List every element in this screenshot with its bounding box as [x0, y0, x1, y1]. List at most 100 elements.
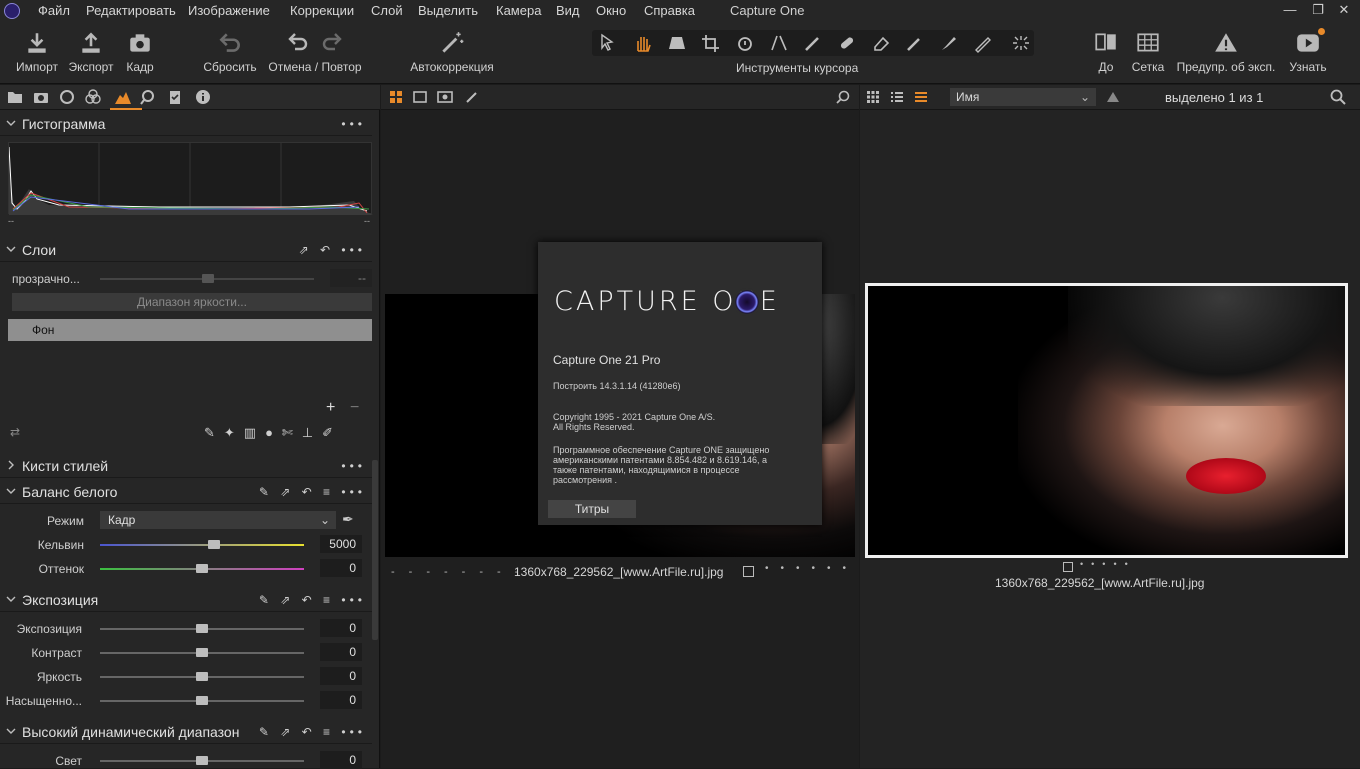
exposure-value[interactable]: 0	[320, 619, 362, 637]
filmstrip-view-icon[interactable]	[914, 90, 928, 104]
pen-icon[interactable]	[938, 33, 960, 53]
layer-background[interactable]: Фон	[8, 319, 372, 341]
more-options-icon[interactable]: •••	[341, 117, 366, 131]
eraser-icon[interactable]	[870, 33, 892, 53]
brightness-slider[interactable]	[100, 672, 304, 681]
exposure-slider[interactable]	[100, 624, 304, 633]
heal-icon[interactable]	[836, 33, 858, 53]
section-actions[interactable]: ✎ ⇗ ↶ ≡ •••	[259, 485, 366, 499]
kelvin-slider[interactable]	[100, 540, 304, 549]
select-cursor-icon[interactable]	[598, 33, 620, 53]
rotate-icon[interactable]	[734, 33, 756, 53]
histogram-header[interactable]: Гистограмма •••	[0, 112, 372, 136]
import-button[interactable]: Импорт	[12, 22, 62, 82]
layers-actions[interactable]: ⇗ ↶ •••	[299, 243, 366, 257]
opacity-value[interactable]: --	[330, 269, 372, 287]
menu-image[interactable]: Изображение	[188, 3, 270, 18]
menu-help[interactable]: Справка	[644, 3, 695, 18]
white-balance-header[interactable]: Баланс белого ✎ ⇗ ↶ ≡ •••	[0, 480, 372, 504]
single-view-icon[interactable]	[413, 90, 427, 104]
search-icon[interactable]	[1330, 89, 1346, 105]
select-checkbox[interactable]	[743, 566, 754, 577]
picker-icon[interactable]	[904, 33, 926, 53]
credits-button[interactable]: Титры	[548, 500, 636, 518]
tint-value[interactable]: 0	[320, 559, 362, 577]
highlights-slider[interactable]	[100, 756, 304, 765]
draw-mask-icon[interactable]	[465, 90, 479, 104]
grid-view-icon[interactable]	[866, 90, 880, 104]
metadata-tab-icon[interactable]	[194, 89, 212, 105]
menu-edit[interactable]: Редактировать	[86, 3, 176, 18]
sort-direction-icon[interactable]	[1106, 90, 1120, 104]
close-button[interactable]: ✕	[1334, 2, 1354, 20]
pan-hand-icon[interactable]	[632, 33, 654, 53]
highlights-value[interactable]: 0	[320, 751, 362, 769]
section-actions[interactable]: ✎ ⇗ ↶ ≡ •••	[259, 725, 366, 739]
minimize-button[interactable]: —	[1280, 2, 1300, 20]
before-button[interactable]: До	[1088, 22, 1124, 82]
select-checkbox[interactable]	[1063, 562, 1073, 572]
swap-icon[interactable]: ⇄	[10, 425, 20, 439]
capture-button[interactable]: Кадр	[122, 22, 158, 82]
menu-layer[interactable]: Слой	[371, 3, 403, 18]
section-actions[interactable]: ✎ ⇗ ↶ ≡ •••	[259, 593, 366, 607]
kelvin-value[interactable]: 5000	[320, 535, 362, 553]
style-brushes-header[interactable]: Кисти стилей •••	[0, 454, 372, 478]
annotation-icon[interactable]	[972, 33, 994, 53]
layers-header[interactable]: Слои ⇗ ↶ •••	[0, 238, 372, 262]
contrast-slider[interactable]	[100, 648, 304, 657]
menu-view[interactable]: Вид	[556, 3, 580, 18]
rating-dots[interactable]: ••••••	[765, 563, 858, 574]
app-logo-icon[interactable]	[4, 3, 20, 19]
menu-camera[interactable]: Камера	[496, 3, 541, 18]
contrast-value[interactable]: 0	[320, 643, 362, 661]
zoom-icon[interactable]	[835, 90, 851, 104]
details-tab-icon[interactable]	[140, 89, 158, 105]
wb-mode-select[interactable]: Кадр ⌄	[100, 511, 336, 529]
straighten-icon[interactable]	[768, 33, 790, 53]
exposure-warning-button[interactable]: Предупр. об эксп.	[1172, 22, 1280, 82]
saturation-value[interactable]: 0	[320, 691, 362, 709]
undo-redo-button[interactable]: Отмена / Повтор	[264, 22, 366, 82]
auto-adjust-button[interactable]: Автокоррекция	[404, 22, 500, 82]
saturation-slider[interactable]	[100, 696, 304, 705]
menu-file[interactable]: Файл	[38, 3, 70, 18]
color-tab-icon[interactable]	[84, 89, 102, 105]
lens-tab-icon[interactable]	[58, 89, 76, 105]
keystone-icon[interactable]	[666, 33, 688, 53]
opacity-slider[interactable]	[100, 274, 314, 283]
capture-tab-icon[interactable]	[32, 89, 50, 105]
thumbnail-frame[interactable]	[865, 283, 1348, 558]
tint-slider[interactable]	[100, 564, 304, 573]
menu-adjustments[interactable]: Коррекции	[290, 3, 354, 18]
proof-icon[interactable]	[437, 90, 453, 104]
more-options-icon[interactable]: •••	[341, 459, 366, 473]
hdr-header[interactable]: Высокий динамический диапазон ✎ ⇗ ↶ ≡ ••…	[0, 720, 372, 744]
wb-picker-icon[interactable]: ✒	[342, 511, 354, 528]
list-view-icon[interactable]	[890, 90, 904, 104]
adjustments-tab-icon[interactable]	[166, 89, 184, 105]
maximize-button[interactable]: ❐	[1308, 2, 1328, 20]
crop-icon[interactable]	[700, 33, 722, 53]
multi-view-icon[interactable]	[389, 90, 403, 104]
sort-select[interactable]: Имя ⌄	[950, 88, 1096, 106]
tools-scrollbar[interactable]	[372, 460, 378, 640]
menu-window[interactable]: Окно	[596, 3, 626, 18]
luma-range-button[interactable]: Диапазон яркости...	[12, 293, 372, 311]
menu-select[interactable]: Выделить	[418, 3, 478, 18]
rating-dots[interactable]: •••••	[1080, 559, 1136, 569]
export-button[interactable]: Экспорт	[66, 22, 116, 82]
reset-button[interactable]: Сбросить	[198, 22, 262, 82]
exposure-tab-icon[interactable]	[114, 89, 132, 105]
exposure-header[interactable]: Экспозиция ✎ ⇗ ↶ ≡ •••	[0, 588, 372, 612]
grid-button[interactable]: Сетка	[1128, 22, 1168, 82]
brightness-value[interactable]: 0	[320, 667, 362, 685]
remove-layer-icon[interactable]: −	[350, 399, 359, 417]
add-layer-icon[interactable]: +	[326, 399, 335, 417]
learn-button[interactable]: Узнать	[1286, 22, 1330, 82]
layer-tools[interactable]: ✎✦▥●✄⊥✐	[204, 425, 370, 441]
chevron-down-icon	[6, 120, 16, 126]
library-tab-icon[interactable]	[6, 89, 24, 105]
brush-icon[interactable]	[802, 33, 824, 53]
exposure-label: Экспозиция	[16, 622, 82, 636]
